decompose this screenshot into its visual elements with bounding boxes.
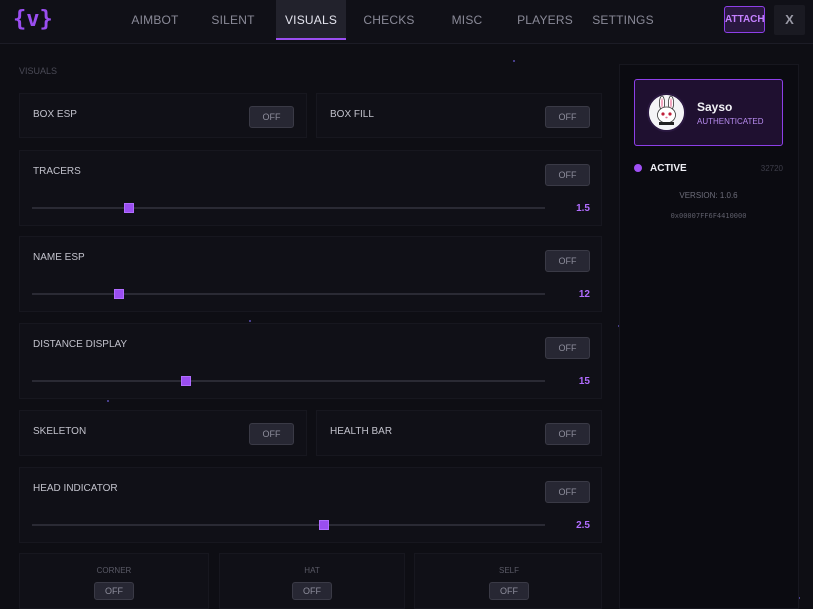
tracers-slider-value: 1.5 xyxy=(576,203,590,214)
tab-misc[interactable]: MISC xyxy=(432,0,502,40)
corner-card: CORNER OFF xyxy=(19,553,209,609)
distance-display-slider-value: 15 xyxy=(578,376,590,387)
active-status-dot-icon xyxy=(634,164,642,172)
distance-display-card: DISTANCE DISPLAY OFF 15 xyxy=(19,323,602,399)
distance-display-toggle[interactable]: OFF xyxy=(545,337,590,359)
particle xyxy=(107,400,109,402)
health-bar-toggle[interactable]: OFF xyxy=(545,423,590,445)
distance-display-label: DISTANCE DISPLAY xyxy=(33,339,128,350)
tab-aimbot[interactable]: AIMBOT xyxy=(120,0,190,40)
session-id: 32720 xyxy=(760,164,783,173)
active-status-label: ACTIVE xyxy=(650,163,687,174)
attach-button[interactable]: ATTACH xyxy=(724,6,765,33)
box-esp-card: BOX ESP OFF xyxy=(19,93,307,138)
name-esp-slider-value: 12 xyxy=(578,289,590,300)
head-indicator-toggle[interactable]: OFF xyxy=(545,481,590,503)
tab-visuals[interactable]: VISUALS xyxy=(276,0,346,40)
hat-label: HAT xyxy=(304,566,320,575)
name-esp-card: NAME ESP OFF 12 xyxy=(19,236,602,312)
hat-card: HAT OFF xyxy=(219,553,405,609)
health-bar-label: HEALTH BAR xyxy=(330,426,393,437)
tab-settings[interactable]: SETTINGS xyxy=(588,0,658,40)
hat-toggle[interactable]: OFF xyxy=(292,582,332,600)
self-card: SELF OFF xyxy=(414,553,602,609)
corner-label: CORNER xyxy=(96,566,132,575)
box-esp-toggle[interactable]: OFF xyxy=(249,106,294,128)
self-toggle[interactable]: OFF xyxy=(489,582,529,600)
profile-card: Sayso AUTHENTICATED xyxy=(634,79,783,146)
skeleton-label: SKELETON xyxy=(33,426,87,437)
box-esp-label: BOX ESP xyxy=(33,109,77,120)
tracers-label: TRACERS xyxy=(33,166,81,177)
tab-players[interactable]: PLAYERS xyxy=(510,0,580,40)
name-esp-slider-thumb[interactable] xyxy=(114,289,124,299)
box-fill-label: BOX FILL xyxy=(330,109,374,120)
head-indicator-card: HEAD INDICATOR OFF 2.5 xyxy=(19,467,602,543)
self-label: SELF xyxy=(498,566,519,575)
box-fill-card: BOX FILL OFF xyxy=(316,93,602,138)
head-indicator-slider-value: 2.5 xyxy=(576,520,590,531)
top-nav-bar: {v} AIMBOT SILENT VISUALS CHECKS MISC PL… xyxy=(0,0,813,44)
name-esp-slider-track[interactable] xyxy=(32,289,545,299)
tab-checks[interactable]: CHECKS xyxy=(354,0,424,40)
head-indicator-label: HEAD INDICATOR xyxy=(33,483,118,494)
skeleton-toggle[interactable]: OFF xyxy=(249,423,294,445)
tracers-card: TRACERS OFF 1.5 xyxy=(19,150,602,226)
skeleton-card: SKELETON OFF xyxy=(19,410,307,456)
distance-display-slider-thumb[interactable] xyxy=(181,376,191,386)
name-esp-toggle[interactable]: OFF xyxy=(545,250,590,272)
distance-display-slider-track[interactable] xyxy=(32,376,545,386)
memory-address: 0x00007FF6F4410000 xyxy=(670,212,747,220)
tracers-slider-thumb[interactable] xyxy=(124,203,134,213)
corner-toggle[interactable]: OFF xyxy=(94,582,134,600)
particle xyxy=(513,60,515,62)
health-bar-card: HEALTH BAR OFF xyxy=(316,410,602,456)
tab-silent[interactable]: SILENT xyxy=(198,0,268,40)
tracers-toggle[interactable]: OFF xyxy=(545,164,590,186)
close-button[interactable]: X xyxy=(774,5,805,35)
profile-name: Sayso xyxy=(697,100,733,114)
auth-status: AUTHENTICATED xyxy=(697,117,764,126)
rabbit-avatar-icon xyxy=(647,93,686,132)
version-label: VERSION: 1.0.6 xyxy=(679,191,738,200)
head-indicator-slider-thumb[interactable] xyxy=(319,520,329,530)
logo-icon: {v} xyxy=(13,7,53,32)
box-fill-toggle[interactable]: OFF xyxy=(545,106,590,128)
head-indicator-slider-track[interactable] xyxy=(32,520,545,530)
particle xyxy=(249,320,251,322)
tracers-slider-track[interactable] xyxy=(32,203,545,213)
section-title: VISUALS xyxy=(19,66,58,76)
name-esp-label: NAME ESP xyxy=(33,252,85,263)
